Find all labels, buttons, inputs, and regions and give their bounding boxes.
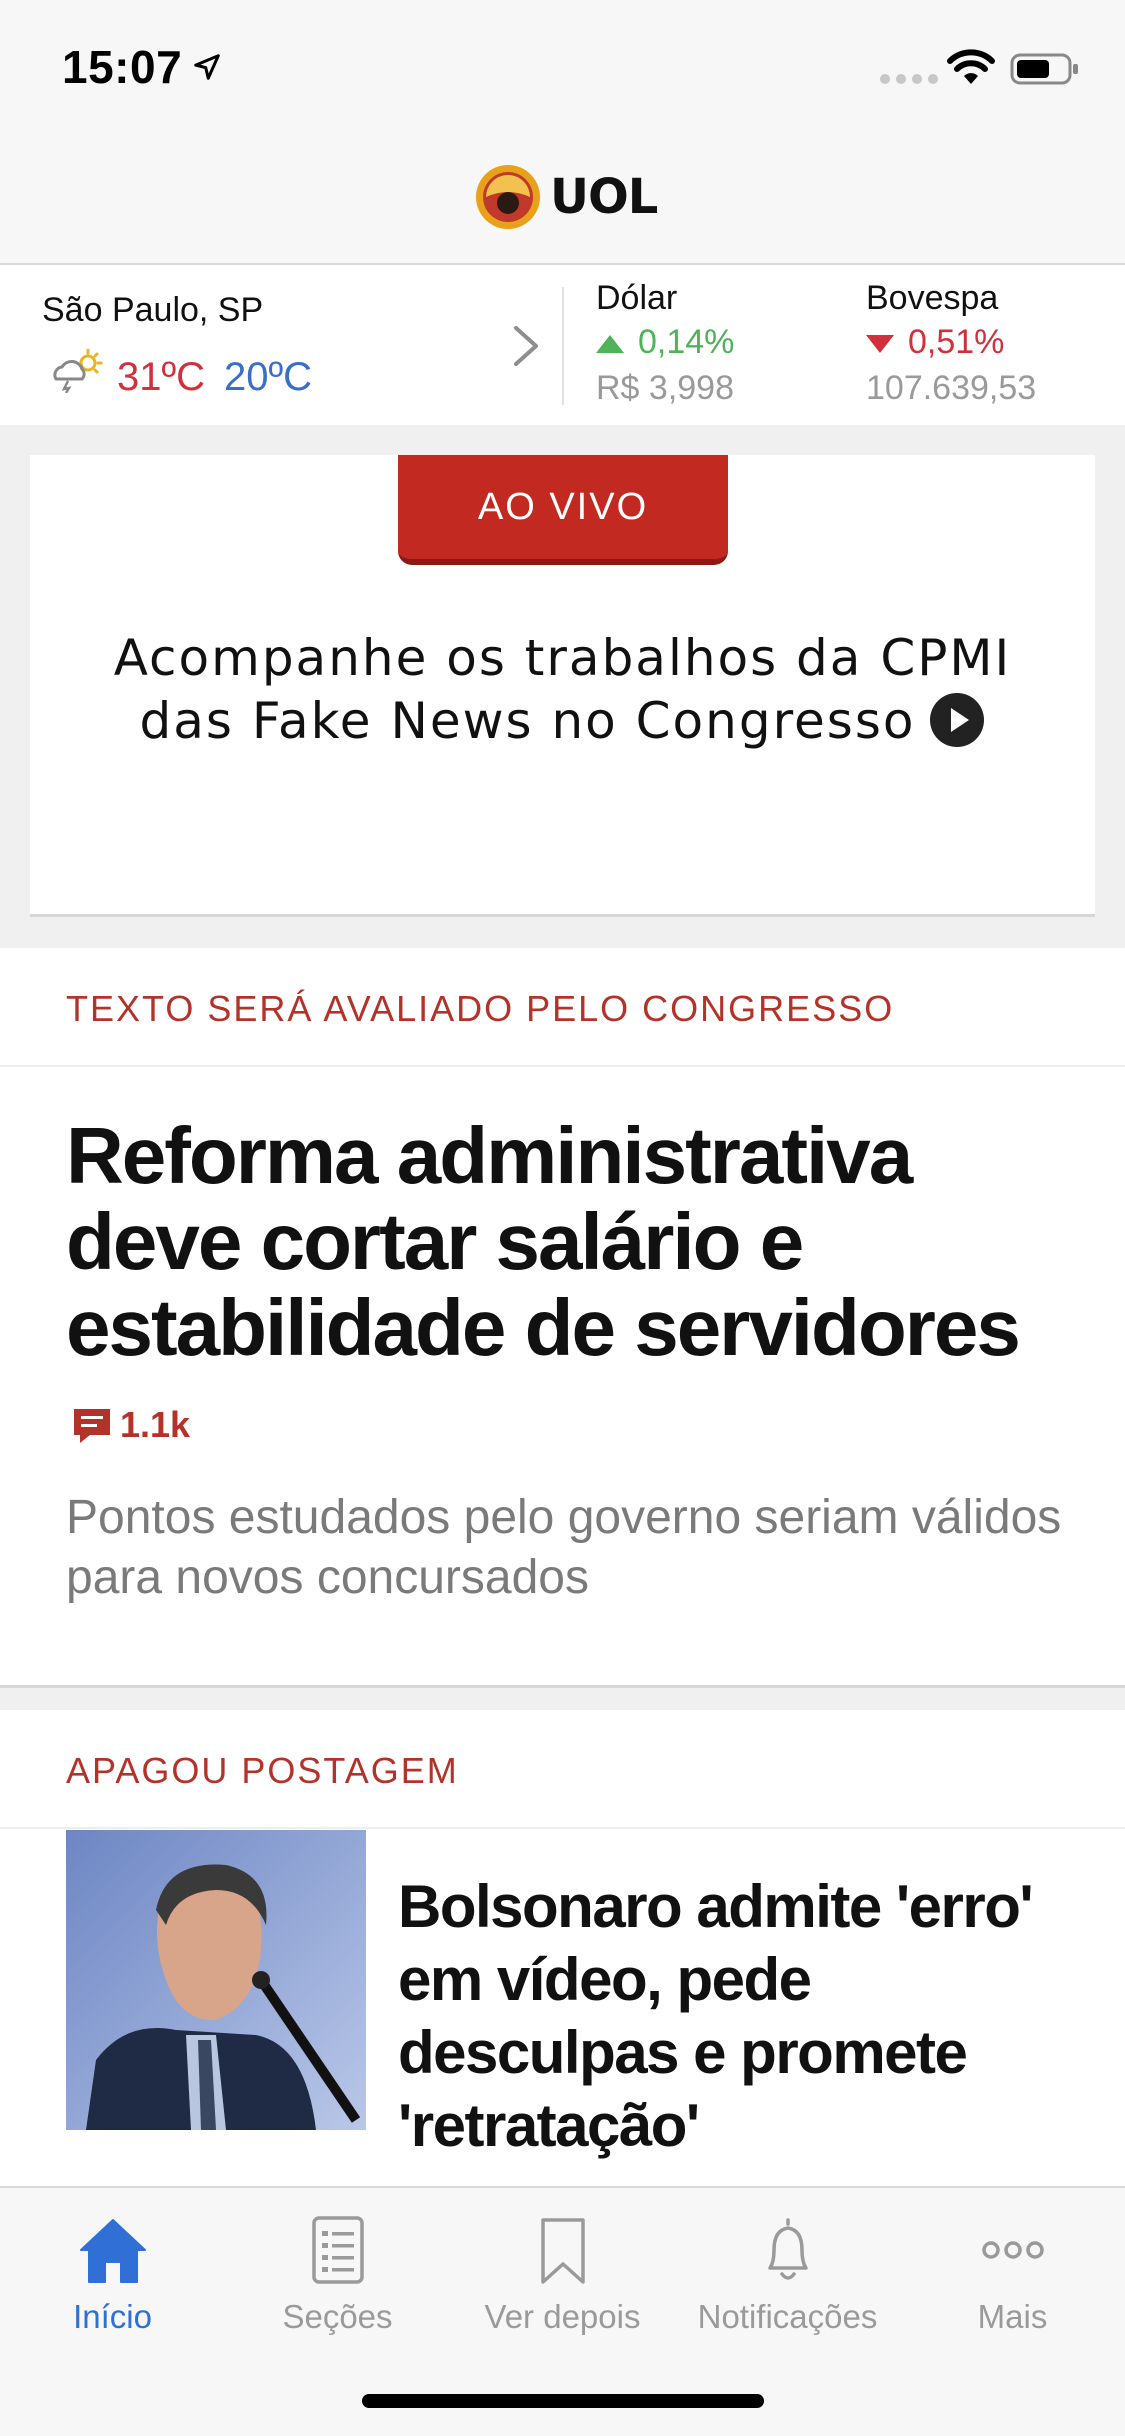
home-indicator[interactable] [362, 2394, 764, 2408]
list-icon [311, 2216, 364, 2284]
tab-label: Ver depois [484, 2298, 641, 2335]
divider [562, 287, 564, 405]
cloud-sun-storm-icon [53, 349, 103, 393]
wifi-icon [947, 49, 995, 84]
comment-icon [74, 1409, 110, 1443]
arrow-down-icon [866, 335, 894, 354]
story-kicker: TEXTO SERÁ AVALIADO PELO CONGRESSO [66, 988, 895, 1029]
section-gap [0, 1688, 1125, 1710]
bookmark-icon [540, 2218, 585, 2284]
temperature-max: 31ºC [117, 355, 205, 399]
live-section: AO VIVO Acompanhe os trabalhos da CPMI d… [0, 425, 1125, 948]
tab-ver-depois[interactable]: Ver depois [450, 2212, 675, 2336]
tab-label: Mais [977, 2298, 1048, 2335]
live-card[interactable]: AO VIVO Acompanhe os trabalhos da CPMI d… [30, 455, 1095, 917]
play-icon[interactable] [929, 692, 985, 748]
temperature-min: 20ºC [224, 355, 312, 399]
dollar-value: R$ 3,998 [596, 369, 734, 407]
logo-text: UOL [550, 169, 658, 225]
news-card[interactable]: TEXTO SERÁ AVALIADO PELO CONGRESSO Refor… [0, 948, 1125, 1688]
signal-icon [880, 74, 938, 84]
divider [0, 1827, 1125, 1829]
arrow-up-icon [596, 335, 624, 354]
location-arrow-icon [194, 54, 220, 80]
tab-secoes[interactable]: Seções [225, 2212, 450, 2336]
uol-logo[interactable]: UOL [474, 163, 658, 231]
bell-icon [767, 2218, 808, 2280]
app-header: UOL [0, 135, 1125, 265]
bovespa-value: 107.639,53 [866, 369, 1037, 407]
more-icon [981, 2241, 1044, 2259]
dollar-change: 0,14% [596, 323, 734, 362]
story-subtitle: Pontos estudados pelo governo seriam vál… [66, 1491, 1062, 1604]
divider [0, 1065, 1125, 1067]
story-headline[interactable]: Reforma administrativa deve cortar salár… [66, 1113, 1086, 1371]
bovespa-change: 0,51% [866, 323, 1004, 362]
status-bar: 15:07 [0, 0, 1125, 135]
tab-label: Seções [282, 2298, 393, 2335]
tab-inicio[interactable]: Início [0, 2212, 225, 2336]
home-icon [79, 2219, 146, 2283]
battery-icon [1010, 53, 1078, 85]
story-kicker: APAGOU POSTAGEM [66, 1750, 459, 1791]
story-photo[interactable] [66, 1830, 366, 2130]
tab-label: Notificações [697, 2298, 878, 2335]
live-text[interactable]: Acompanhe os trabalhos da CPMI das Fake … [90, 627, 1035, 753]
info-strip[interactable]: São Paulo, SP 31ºC 20ºC Dólar 0,14% R$ 3… [0, 267, 1125, 425]
chevron-right-icon[interactable] [508, 322, 544, 370]
tab-mais[interactable]: Mais [900, 2212, 1125, 2336]
uol-logo-icon [476, 165, 540, 229]
story-headline[interactable]: Bolsonaro admite 'erro' em vídeo, pede d… [398, 1870, 1088, 2162]
live-button[interactable]: AO VIVO [398, 455, 728, 565]
news-card[interactable]: APAGOU POSTAGEM Bolsonaro admite 'erro' … [0, 1710, 1125, 2186]
tab-notificacoes[interactable]: Notificações [675, 2212, 900, 2336]
dollar-label: Dólar [596, 279, 678, 317]
weather-city: São Paulo, SP [42, 291, 264, 329]
status-time: 15:07 [62, 41, 183, 93]
tab-label: Início [73, 2298, 152, 2335]
comments-count[interactable]: 1.1k [70, 1403, 190, 1447]
bovespa-label: Bovespa [866, 279, 999, 317]
